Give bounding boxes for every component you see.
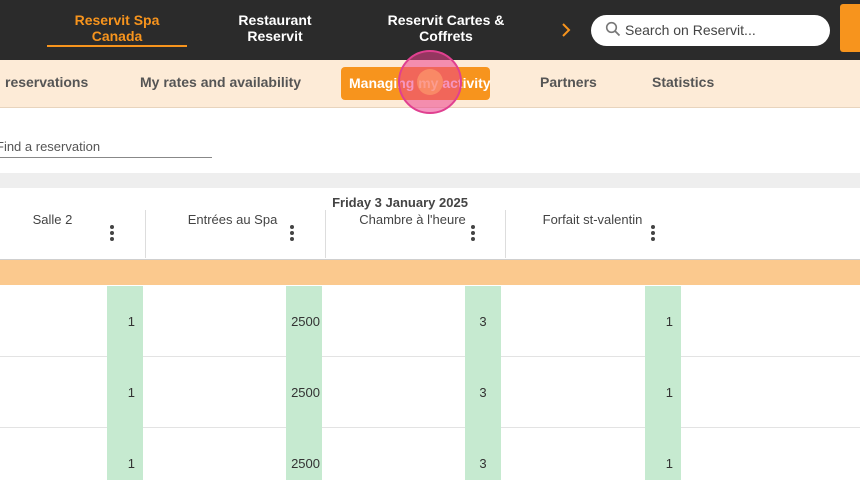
availability-cell[interactable]: 2500: [286, 428, 322, 480]
more-vert-icon[interactable]: [107, 225, 117, 241]
availability-cell[interactable]: 1: [645, 286, 681, 357]
date-highlight-band: [0, 260, 860, 285]
active-tab-underline: [47, 45, 187, 47]
availability-cell[interactable]: 2500: [286, 286, 322, 357]
availability-cell[interactable]: 3: [465, 286, 501, 357]
availability-cell[interactable]: 1: [645, 428, 681, 480]
top-tab-label-line1: Reservit Cartes &: [387, 12, 505, 28]
subnav-tab-reservations[interactable]: reservations: [5, 74, 88, 90]
search-input[interactable]: [625, 20, 820, 40]
top-tab-label-line2: Reservit: [247, 28, 303, 44]
table-row: 1 2500 3 1: [0, 357, 860, 428]
table-top-strip: [0, 173, 860, 188]
top-tab-label-line2: Canada: [91, 28, 143, 44]
availability-cell[interactable]: 1: [645, 357, 681, 428]
availability-cell[interactable]: 2500: [286, 357, 322, 428]
subnav-tab-partners[interactable]: Partners: [540, 74, 597, 90]
availability-cell[interactable]: 1: [107, 428, 143, 480]
top-tab-reservit-spa-canada[interactable]: Reservit Spa Canada: [47, 12, 187, 44]
availability-cell[interactable]: 3: [465, 428, 501, 480]
subnav-tab-statistics[interactable]: Statistics: [652, 74, 714, 90]
table-date-title: Friday 3 January 2025: [332, 195, 468, 210]
top-tab-reservit-cartes-coffrets[interactable]: Reservit Cartes & Coffrets: [376, 12, 516, 44]
more-vert-icon[interactable]: [287, 225, 297, 241]
top-tab-label-line1: Reservit Spa: [74, 12, 160, 28]
find-reservation-input[interactable]: [0, 136, 212, 158]
top-tab-label-line1: Restaurant: [238, 12, 312, 28]
column-header-forfait-st-valentin: Forfait st-valentin: [542, 212, 643, 227]
availability-cell[interactable]: 1: [107, 357, 143, 428]
search-icon: [605, 21, 621, 37]
table-row: 1 2500 3 1: [0, 286, 860, 357]
availability-cell[interactable]: 1: [107, 286, 143, 357]
top-right-action-button[interactable]: [840, 4, 860, 52]
column-separator: [325, 210, 326, 258]
table-row: 1 2500 3 1: [0, 428, 860, 480]
touch-indicator-core: [417, 69, 443, 95]
column-header-entrees-spa: Entrées au Spa: [187, 212, 278, 227]
column-separator: [145, 210, 146, 258]
column-header-salle-2: Salle 2: [32, 212, 73, 227]
chevron-right-icon[interactable]: [556, 18, 576, 42]
column-separator: [505, 210, 506, 258]
more-vert-icon[interactable]: [648, 225, 658, 241]
top-tab-label-line2: Coffrets: [419, 28, 473, 44]
subnav-tab-rates-availability[interactable]: My rates and availability: [140, 74, 301, 90]
more-vert-icon[interactable]: [468, 225, 478, 241]
availability-cell[interactable]: 3: [465, 357, 501, 428]
top-tab-restaurant-reservit[interactable]: Restaurant Reservit: [215, 12, 335, 44]
column-header-chambre-heure: Chambre à l'heure: [359, 212, 466, 227]
